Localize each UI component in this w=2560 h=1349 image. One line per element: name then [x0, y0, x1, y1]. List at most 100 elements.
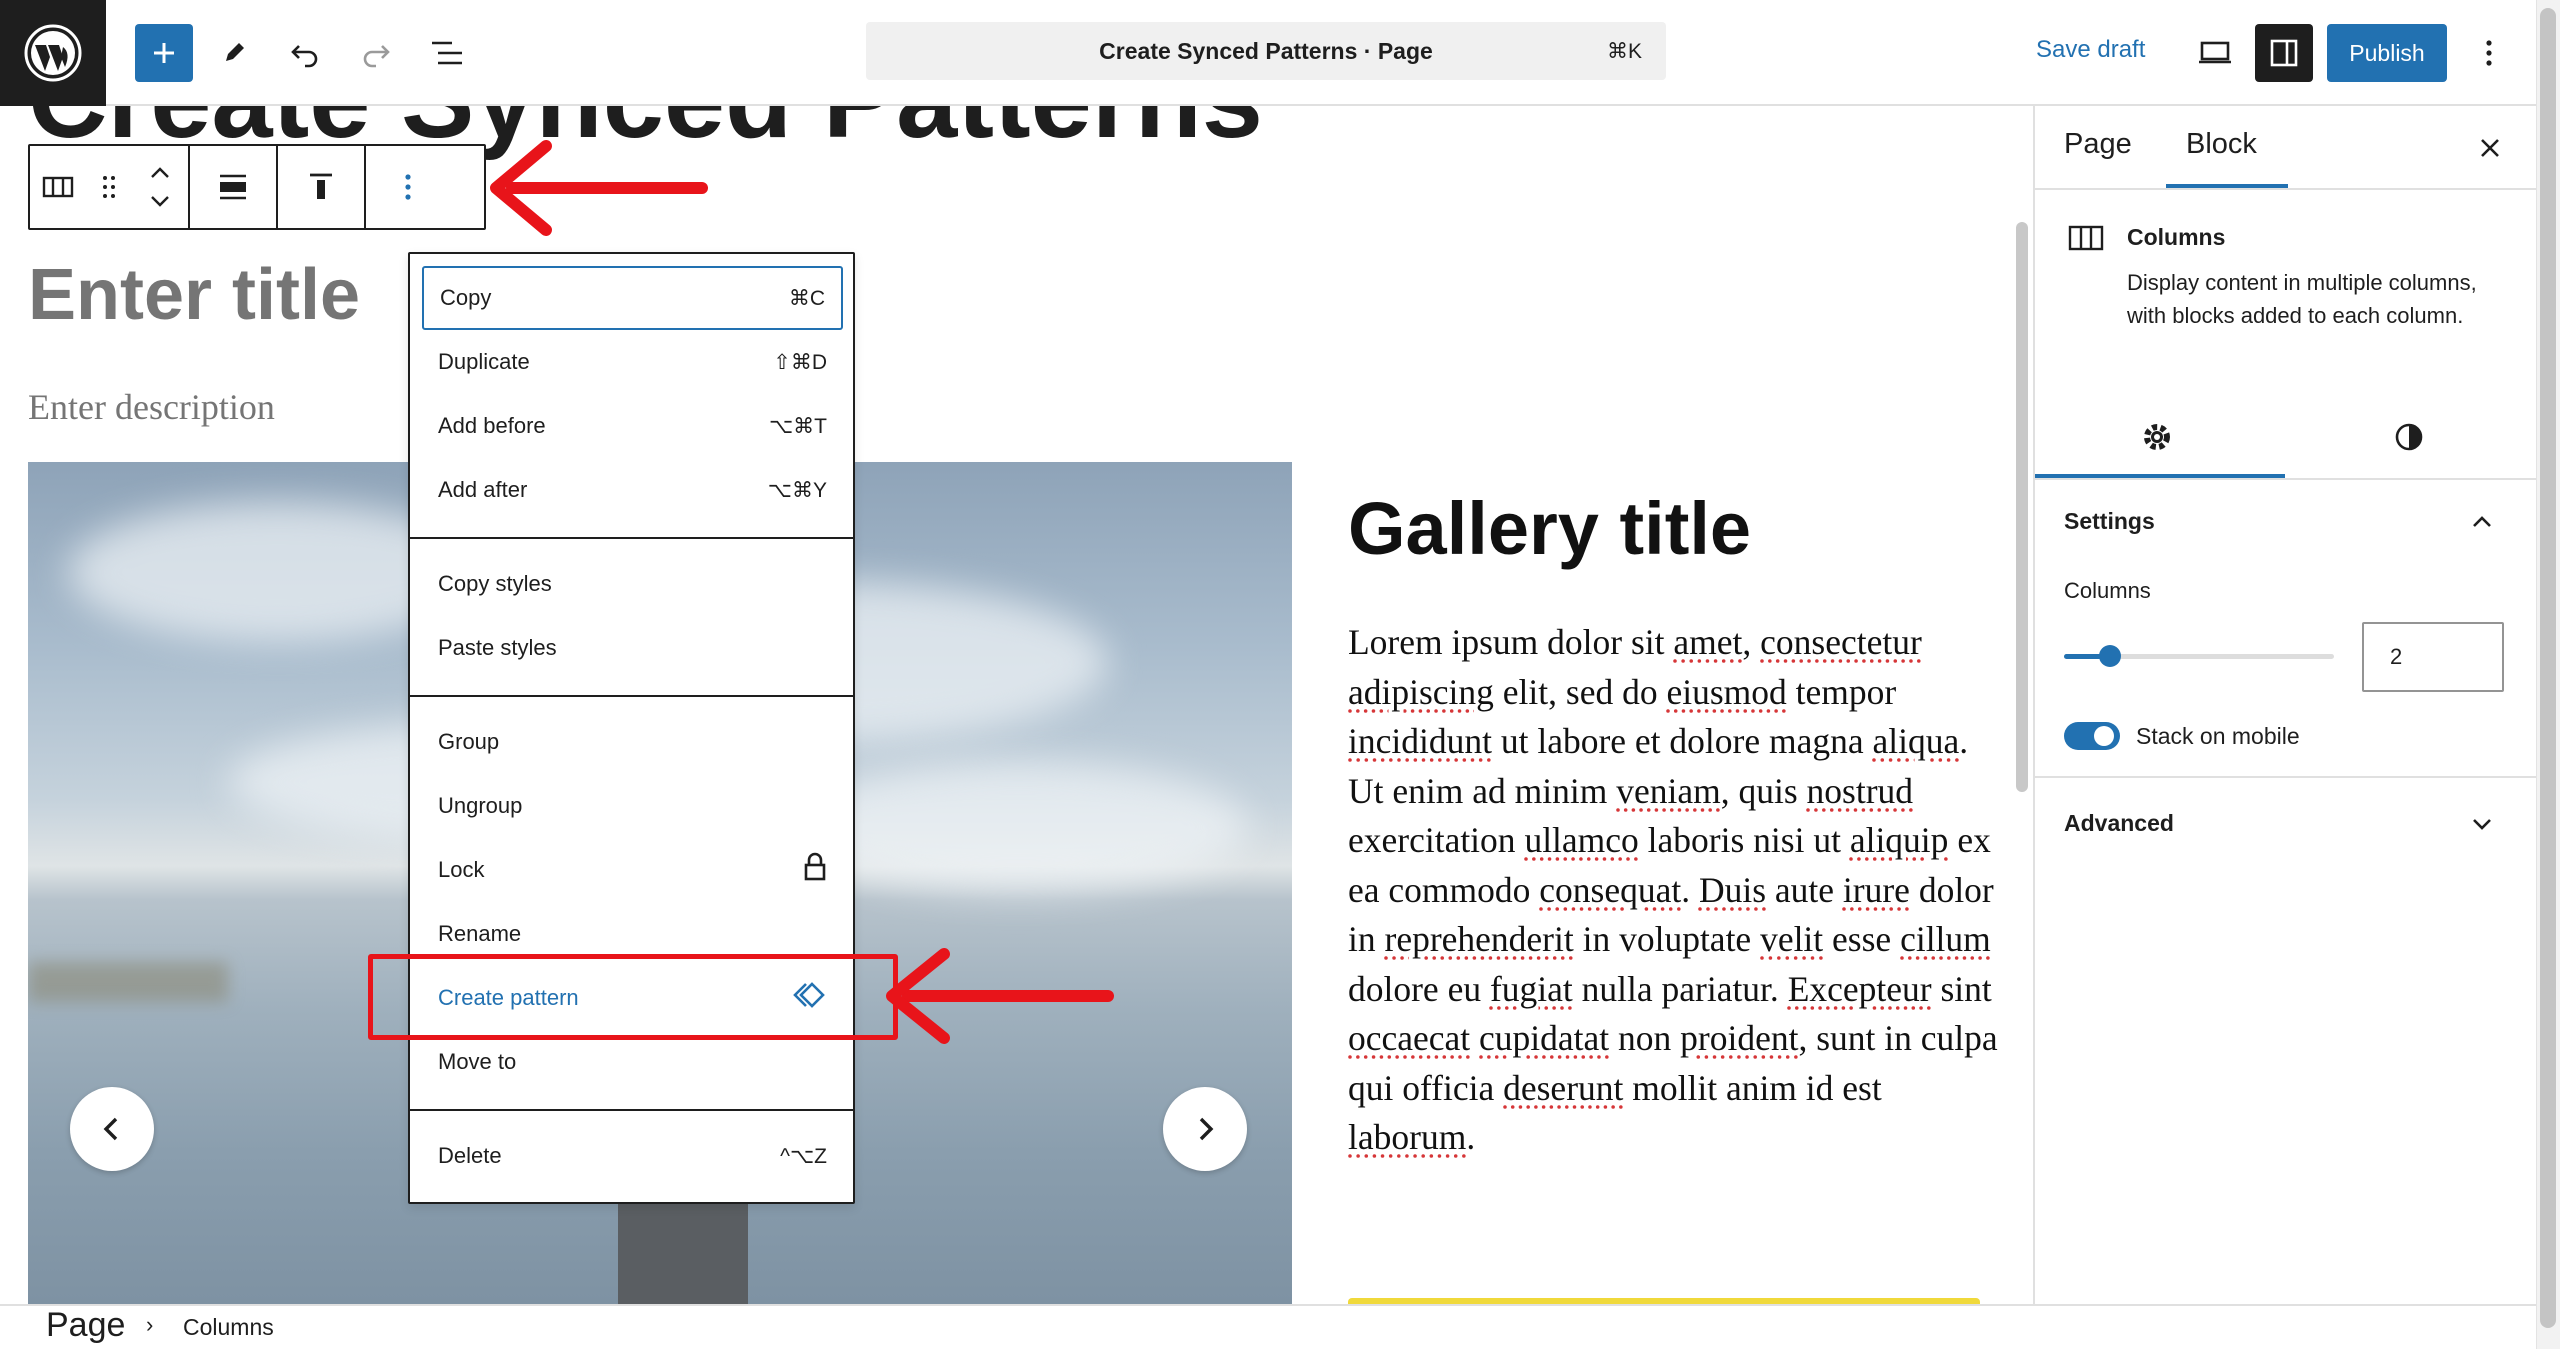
active-tab-indicator	[2166, 184, 2288, 188]
spellcheck-word: cillum	[1900, 919, 1991, 959]
menu-item-paste-styles[interactable]: Paste styles	[422, 616, 843, 680]
spellcheck-word: velit	[1760, 919, 1824, 959]
spellcheck-word: incididunt	[1348, 721, 1492, 761]
add-block-button[interactable]	[135, 24, 193, 82]
menu-item-copy-styles[interactable]: Copy styles	[422, 552, 843, 616]
toggle-knob	[2094, 726, 2114, 746]
close-sidebar-icon[interactable]	[2470, 128, 2510, 168]
command-palette-bar[interactable]: Create Synced Patterns · Page ⌘K	[866, 22, 1666, 80]
text-run: elit, sed do	[1493, 671, 1667, 712]
text-run: .	[1681, 869, 1699, 910]
columns-slider-thumb[interactable]	[2098, 645, 2121, 667]
menu-item-ungroup[interactable]: Ungroup	[422, 774, 843, 838]
annotation-arrow-left-icon	[490, 140, 708, 236]
menu-item-group[interactable]: Group	[422, 710, 843, 774]
settings-sidebar-toggle-icon[interactable]	[2255, 24, 2313, 82]
text-run: ut labore et dolore magna	[1491, 721, 1873, 761]
spellcheck-word: nostrud	[1806, 770, 1914, 811]
block-options-menu: Copy ⌘C Duplicate ⇧⌘D Add before ⌥⌘T Add…	[408, 252, 855, 1204]
stack-on-mobile-label[interactable]: Stack on mobile	[2136, 723, 2300, 750]
columns-block-icon[interactable]	[30, 146, 86, 228]
menu-item-add-after[interactable]: Add after ⌥⌘Y	[422, 458, 843, 522]
block-toolbar-group-parent	[30, 146, 190, 228]
text-run: nulla pariatur.	[1572, 968, 1788, 1009]
gallery-body-text[interactable]: Lorem ipsum dolor sit amet, consectetur …	[1348, 618, 2008, 1163]
align-wide-icon[interactable]	[190, 146, 276, 228]
menu-item-copy[interactable]: Copy ⌘C	[422, 266, 843, 330]
enter-title-placeholder[interactable]: Enter title	[28, 254, 360, 336]
redo-icon[interactable]	[347, 24, 405, 82]
advanced-panel-header[interactable]: Advanced	[2064, 810, 2174, 837]
lock-icon	[803, 852, 827, 888]
spellcheck-word: deserunt	[1503, 1067, 1624, 1108]
menu-item-lock[interactable]: Lock	[422, 838, 843, 902]
text-run: , quis	[1720, 770, 1807, 811]
chevron-left-icon	[103, 1117, 118, 1141]
columns-number-input[interactable]: 2	[2362, 622, 2504, 692]
spellcheck-word: laborum	[1348, 1117, 1467, 1157]
editor-canvas: Create Synced Patterns	[0, 106, 2033, 1304]
menu-item-rename[interactable]: Rename	[422, 902, 843, 966]
vertical-align-top-icon[interactable]	[278, 146, 364, 228]
undo-icon[interactable]	[276, 24, 334, 82]
menu-item-delete[interactable]: Delete ^⌥Z	[422, 1124, 843, 1188]
text-run: mollit anim id est	[1623, 1067, 1882, 1108]
text-run	[1470, 1018, 1479, 1058]
spellcheck-word: Excepteur	[1787, 968, 1932, 1009]
text-run: esse	[1823, 919, 1901, 959]
block-options-icon[interactable]	[366, 146, 450, 228]
block-toolbar-group-options	[366, 146, 450, 228]
spellcheck-word: reprehenderit	[1384, 919, 1574, 959]
gallery-prev-button[interactable]	[70, 1087, 154, 1171]
breadcrumb-columns[interactable]: Columns	[183, 1314, 274, 1341]
menu-item-move-to[interactable]: Move to	[422, 1030, 843, 1094]
settings-panel-header[interactable]: Settings	[2064, 508, 2155, 535]
chevron-up-icon[interactable]	[2464, 504, 2500, 540]
move-up-down-icon[interactable]	[132, 146, 188, 228]
canvas-scrollbar-thumb[interactable]	[2016, 222, 2028, 792]
wordpress-logo-icon[interactable]	[0, 0, 106, 106]
annotation-arrow-left-icon	[886, 948, 1114, 1044]
menu-item-add-before[interactable]: Add before ⌥⌘T	[422, 394, 843, 458]
window-scrollbar-thumb[interactable]	[2540, 8, 2556, 1328]
pencil-icon[interactable]	[205, 24, 263, 82]
spellcheck-word: aliquip	[1849, 820, 1949, 860]
menu-item-duplicate[interactable]: Duplicate ⇧⌘D	[422, 330, 843, 394]
spellcheck-word: eiusmod	[1666, 671, 1787, 712]
text-run: ,	[1742, 622, 1761, 662]
gallery-next-button[interactable]	[1163, 1087, 1247, 1171]
text-run: aute	[1766, 869, 1843, 910]
text-run: Lorem ipsum dolor sit	[1348, 622, 1674, 662]
menu-item-create-pattern[interactable]: Create pattern	[422, 966, 843, 1030]
publish-button[interactable]: Publish	[2327, 24, 2447, 82]
spellcheck-word: Duis	[1698, 869, 1767, 910]
block-toolbar	[28, 144, 486, 230]
chevron-down-icon[interactable]	[2464, 806, 2500, 842]
shortcut-add-before: ⌥⌘T	[768, 414, 827, 438]
styles-contrast-icon[interactable]	[2390, 418, 2428, 456]
block-card-description: Display content in multiple columns, wit…	[2127, 270, 2477, 328]
text-run: laboris nisi ut	[1638, 820, 1850, 860]
spellcheck-word: ullamco	[1524, 820, 1639, 860]
breadcrumb-page[interactable]: Page	[46, 1306, 125, 1345]
shortcut-duplicate: ⇧⌘D	[773, 350, 827, 374]
settings-gear-icon[interactable]	[2138, 418, 2176, 456]
document-title: Create Synced Patterns · Page	[1099, 37, 1433, 64]
spellcheck-word: irure	[1842, 869, 1910, 910]
spellcheck-word: adipiscing	[1348, 671, 1494, 712]
more-options-icon[interactable]	[2460, 24, 2518, 82]
enter-description-placeholder[interactable]: Enter description	[28, 386, 275, 428]
save-draft-button[interactable]: Save draft	[2036, 36, 2145, 64]
text-run: dolore eu	[1348, 968, 1490, 1009]
gallery-title[interactable]: Gallery title	[1348, 486, 1751, 571]
breadcrumb-bar	[0, 1304, 2536, 1349]
tab-block[interactable]: Block	[2186, 128, 2257, 161]
spellcheck-word: fugiat	[1489, 968, 1573, 1009]
preview-desktop-icon[interactable]	[2186, 24, 2244, 82]
document-overview-icon[interactable]	[418, 24, 476, 82]
menu-divider	[410, 1109, 853, 1111]
tab-page[interactable]: Page	[2064, 128, 2132, 161]
drag-handle-icon[interactable]	[86, 146, 132, 228]
text-run: exercitation	[1348, 820, 1525, 860]
spellcheck-word: amet	[1673, 622, 1743, 662]
